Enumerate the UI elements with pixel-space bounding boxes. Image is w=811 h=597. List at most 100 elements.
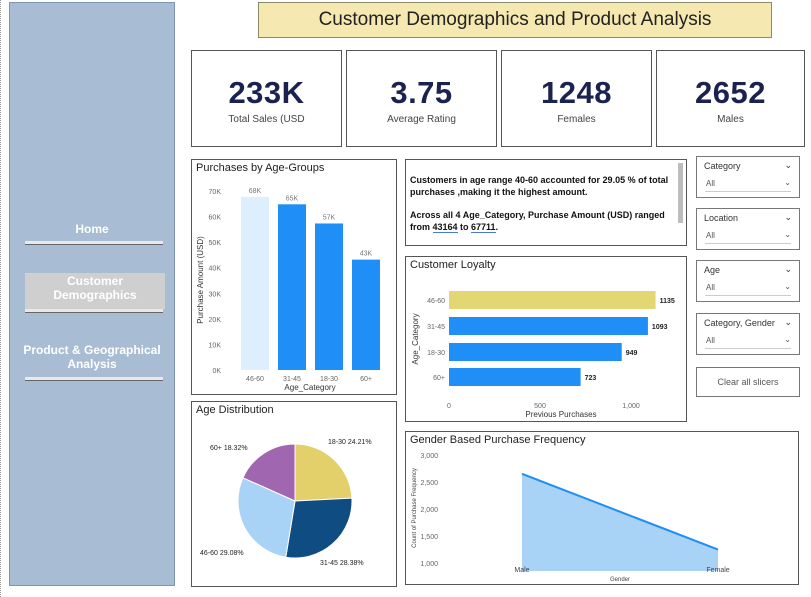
purchases-by-age-chart: Purchases by Age-Groups 0K 10K 20K 30K 40K 50…	[191, 159, 397, 395]
y-tick-label: 1,500	[420, 534, 438, 541]
y-axis-label: Age_Category	[411, 313, 420, 364]
chevron-down-icon[interactable]: ⌄	[784, 317, 792, 328]
slicer-category-gender[interactable]: Category, Gender ⌄ All ⌄	[696, 313, 800, 355]
kpi-value: 2652	[695, 75, 766, 110]
sidebar: Home Customer Demographics Product & Geo…	[9, 2, 175, 586]
insight-low-value: 43164	[432, 222, 458, 233]
pie-slice-label: 31-45 28.38%	[320, 560, 364, 567]
kpi-value: 1248	[541, 75, 612, 110]
bar	[278, 204, 306, 370]
chevron-down-icon[interactable]: ⌄	[784, 282, 791, 291]
y-tick-label: 0K	[212, 368, 221, 375]
y-tick-label: 46-60	[427, 298, 445, 305]
insight-end: .	[495, 222, 499, 232]
slicer-value: All	[706, 179, 715, 188]
kpi-label: Males	[717, 114, 744, 125]
y-tick-label: 2,500	[420, 480, 438, 487]
chevron-down-icon[interactable]: ⌄	[784, 212, 792, 223]
nav-product-geographical-button[interactable]: Product & Geographical Analysis	[10, 343, 174, 371]
pie-slice	[294, 443, 353, 502]
slicer-title: Location	[704, 213, 739, 223]
kpi-value: 3.75	[390, 75, 453, 110]
y-axis-label: Count of Purchase Frequency	[412, 468, 418, 548]
bar	[449, 368, 581, 386]
slicer-value: All	[706, 283, 715, 292]
x-axis-label: Previous Purchases	[525, 410, 596, 419]
y-tick-label: 30K	[209, 291, 222, 298]
bar	[241, 196, 269, 370]
slicer-title: Age	[704, 265, 721, 275]
pie-slice-label: 46-60 29.08%	[200, 550, 244, 557]
bar-data-label: 68K	[249, 188, 262, 195]
area-fill	[522, 473, 718, 571]
gender-purchase-frequency-svg: 1,000 1,500 2,000 2,500 3,000 Male Female Gende…	[412, 453, 730, 583]
kpi-value: 233K	[228, 75, 305, 110]
purchases-by-age-svg: 0K 10K 20K 30K 40K 50K 60K 70K 68K 46-60 65K 31-45 5…	[196, 188, 380, 392]
slicer-dropdown[interactable]: All ⌄	[705, 229, 791, 244]
nav-product-underline	[25, 377, 163, 381]
kpi-label: Average Rating	[387, 114, 456, 125]
nav-customer-underline	[25, 309, 163, 313]
bar	[352, 259, 380, 370]
pie-slice	[285, 497, 353, 559]
customer-loyalty-chart: Customer Loyalty 1135 46-60 1093 31-45 949 18…	[405, 256, 687, 422]
pie-slice-label: 18-30 24.21%	[328, 439, 372, 446]
y-tick-label: 60K	[209, 215, 222, 222]
chevron-down-icon[interactable]: ⌄	[784, 264, 792, 275]
chevron-down-icon[interactable]: ⌄	[784, 335, 791, 344]
x-tick-label: 1,000	[622, 403, 640, 410]
insight-to: to	[457, 222, 472, 232]
bar-data-label: 43K	[360, 251, 373, 258]
slicer-title: Category	[704, 161, 741, 171]
y-tick-label: 18-30	[427, 350, 445, 357]
x-tick-label: 500	[534, 403, 546, 410]
kpi-card-total-sales: 233K Total Sales (USD	[191, 50, 342, 147]
clear-all-slicers-button[interactable]: Clear all slicers	[696, 367, 800, 397]
kpi-label: Females	[557, 114, 596, 125]
page-title: Customer Demographics and Product Analys…	[258, 2, 772, 38]
y-axis-label: Purchase Amount (USD)	[196, 236, 205, 324]
slicer-dropdown[interactable]: All ⌄	[705, 281, 791, 296]
x-axis-label: Gender	[610, 577, 630, 583]
slicer-location[interactable]: Location ⌄ All ⌄	[696, 208, 800, 250]
age-distribution-svg: 18-30 24.21% 31-45 28.38% 46-60 29.08% 60+ …	[200, 439, 372, 567]
bar-data-label: 723	[585, 375, 597, 382]
bar	[449, 343, 622, 361]
chevron-down-icon[interactable]: ⌄	[784, 160, 792, 171]
bar-data-label: 57K	[323, 214, 336, 221]
bar	[315, 223, 343, 370]
bar-data-label: 1093	[652, 324, 668, 331]
slicer-value: All	[706, 336, 715, 345]
x-tick-label: 0	[447, 403, 451, 410]
nav-home-button[interactable]: Home	[10, 222, 174, 236]
insight-text-panel: Customers in age range 40-60 accounted f…	[405, 159, 687, 246]
chevron-down-icon[interactable]: ⌄	[784, 230, 791, 239]
slicer-dropdown[interactable]: All ⌄	[705, 334, 791, 349]
nav-customer-demographics-button[interactable]: Customer Demographics	[25, 274, 165, 302]
bar	[449, 317, 648, 335]
x-tick-label: 31-45	[283, 376, 301, 383]
insight-text: Customers in age range 40-60 accounted f…	[410, 174, 676, 233]
bar-data-label: 949	[626, 350, 638, 357]
kpi-card-females: 1248 Females	[501, 50, 652, 147]
chevron-down-icon[interactable]: ⌄	[784, 178, 791, 187]
insight-scrollbar[interactable]	[678, 163, 683, 223]
slicer-age[interactable]: Age ⌄ All ⌄	[696, 260, 800, 302]
y-tick-label: 20K	[209, 317, 222, 324]
slicer-dropdown[interactable]: All ⌄	[705, 177, 791, 192]
nav-home-underline	[25, 241, 163, 245]
slicer-value: All	[706, 231, 715, 240]
pie-slice-label: 60+ 18.32%	[210, 445, 248, 452]
bar-data-label: 1135	[660, 298, 675, 305]
left-edge-divider	[0, 0, 6, 597]
y-tick-label: 31-45	[427, 324, 445, 331]
kpi-card-average-rating: 3.75 Average Rating	[346, 50, 497, 147]
age-distribution-chart: Age Distribution 18-30 24.21% 31-45 28.38…	[191, 401, 397, 587]
y-tick-label: 60+	[433, 375, 445, 382]
insight-high-value: 67711	[471, 222, 496, 233]
slicer-title: Category, Gender	[704, 318, 775, 328]
y-tick-label: 3,000	[420, 453, 438, 460]
x-tick-label: 18-30	[320, 376, 338, 383]
slicer-category[interactable]: Category ⌄ All ⌄	[696, 156, 800, 198]
bar-data-label: 65K	[286, 195, 299, 202]
